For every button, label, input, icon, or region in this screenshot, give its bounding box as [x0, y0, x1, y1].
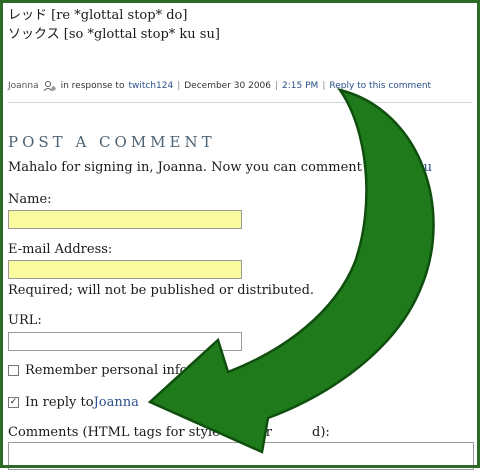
comment-line-1: レッド [re *glottal stop* do] [8, 8, 188, 23]
url-label: URL: [8, 313, 42, 328]
name-label: Name: [8, 192, 52, 207]
reply-to-comment-link[interactable]: Reply to this comment [329, 81, 431, 91]
meta-separator: | [275, 81, 279, 91]
comment-meta: Joanna in response to twitch124 | Decemb… [8, 80, 431, 92]
comments-label-end: d): [312, 425, 330, 440]
remember-info-label: Remember personal info? [25, 363, 195, 378]
in-reply-row[interactable]: ✓ In reply to Joanna [8, 395, 139, 410]
user-icon [43, 80, 56, 92]
comment-date: December 30 2006 [184, 81, 271, 91]
url-input[interactable] [8, 332, 242, 351]
comments-label-start: Comments (HTML tags for style are per [8, 425, 273, 440]
comments-label: Comments (HTML tags for style are per d): [8, 425, 330, 440]
comment-time-link[interactable]: 2:15 PM [282, 81, 318, 91]
in-reply-checkbox[interactable]: ✓ [8, 397, 19, 408]
remember-info-row[interactable]: Remember personal info? [8, 363, 194, 378]
in-response-prefix: in response to [60, 81, 125, 91]
section-divider [8, 102, 472, 103]
meta-separator: | [322, 81, 326, 91]
signed-in-text: Mahalo for signing in, Joanna. Now you c… [8, 160, 385, 175]
in-reply-user-link[interactable]: Joanna [94, 395, 139, 410]
email-label: E-mail Address: [8, 242, 113, 257]
remember-info-checkbox[interactable] [8, 365, 19, 376]
comment-line-2: ソックス [so *glottal stop* ku su] [8, 27, 220, 42]
email-note: Required; will not be published or distr… [8, 283, 315, 298]
post-comment-heading: POST A COMMENT [8, 133, 216, 151]
comment-author: Joanna [8, 81, 39, 91]
email-input[interactable] [8, 260, 242, 279]
in-reply-prefix: In reply to [25, 395, 94, 410]
sign-out-link[interactable]: sign ou [384, 160, 432, 175]
meta-separator: | [177, 81, 181, 91]
comments-textarea[interactable] [8, 442, 474, 470]
signed-in-message: Mahalo for signing in, Joanna. Now you c… [8, 160, 432, 175]
name-input[interactable] [8, 210, 242, 229]
in-response-user-link[interactable]: twitch124 [128, 81, 173, 91]
